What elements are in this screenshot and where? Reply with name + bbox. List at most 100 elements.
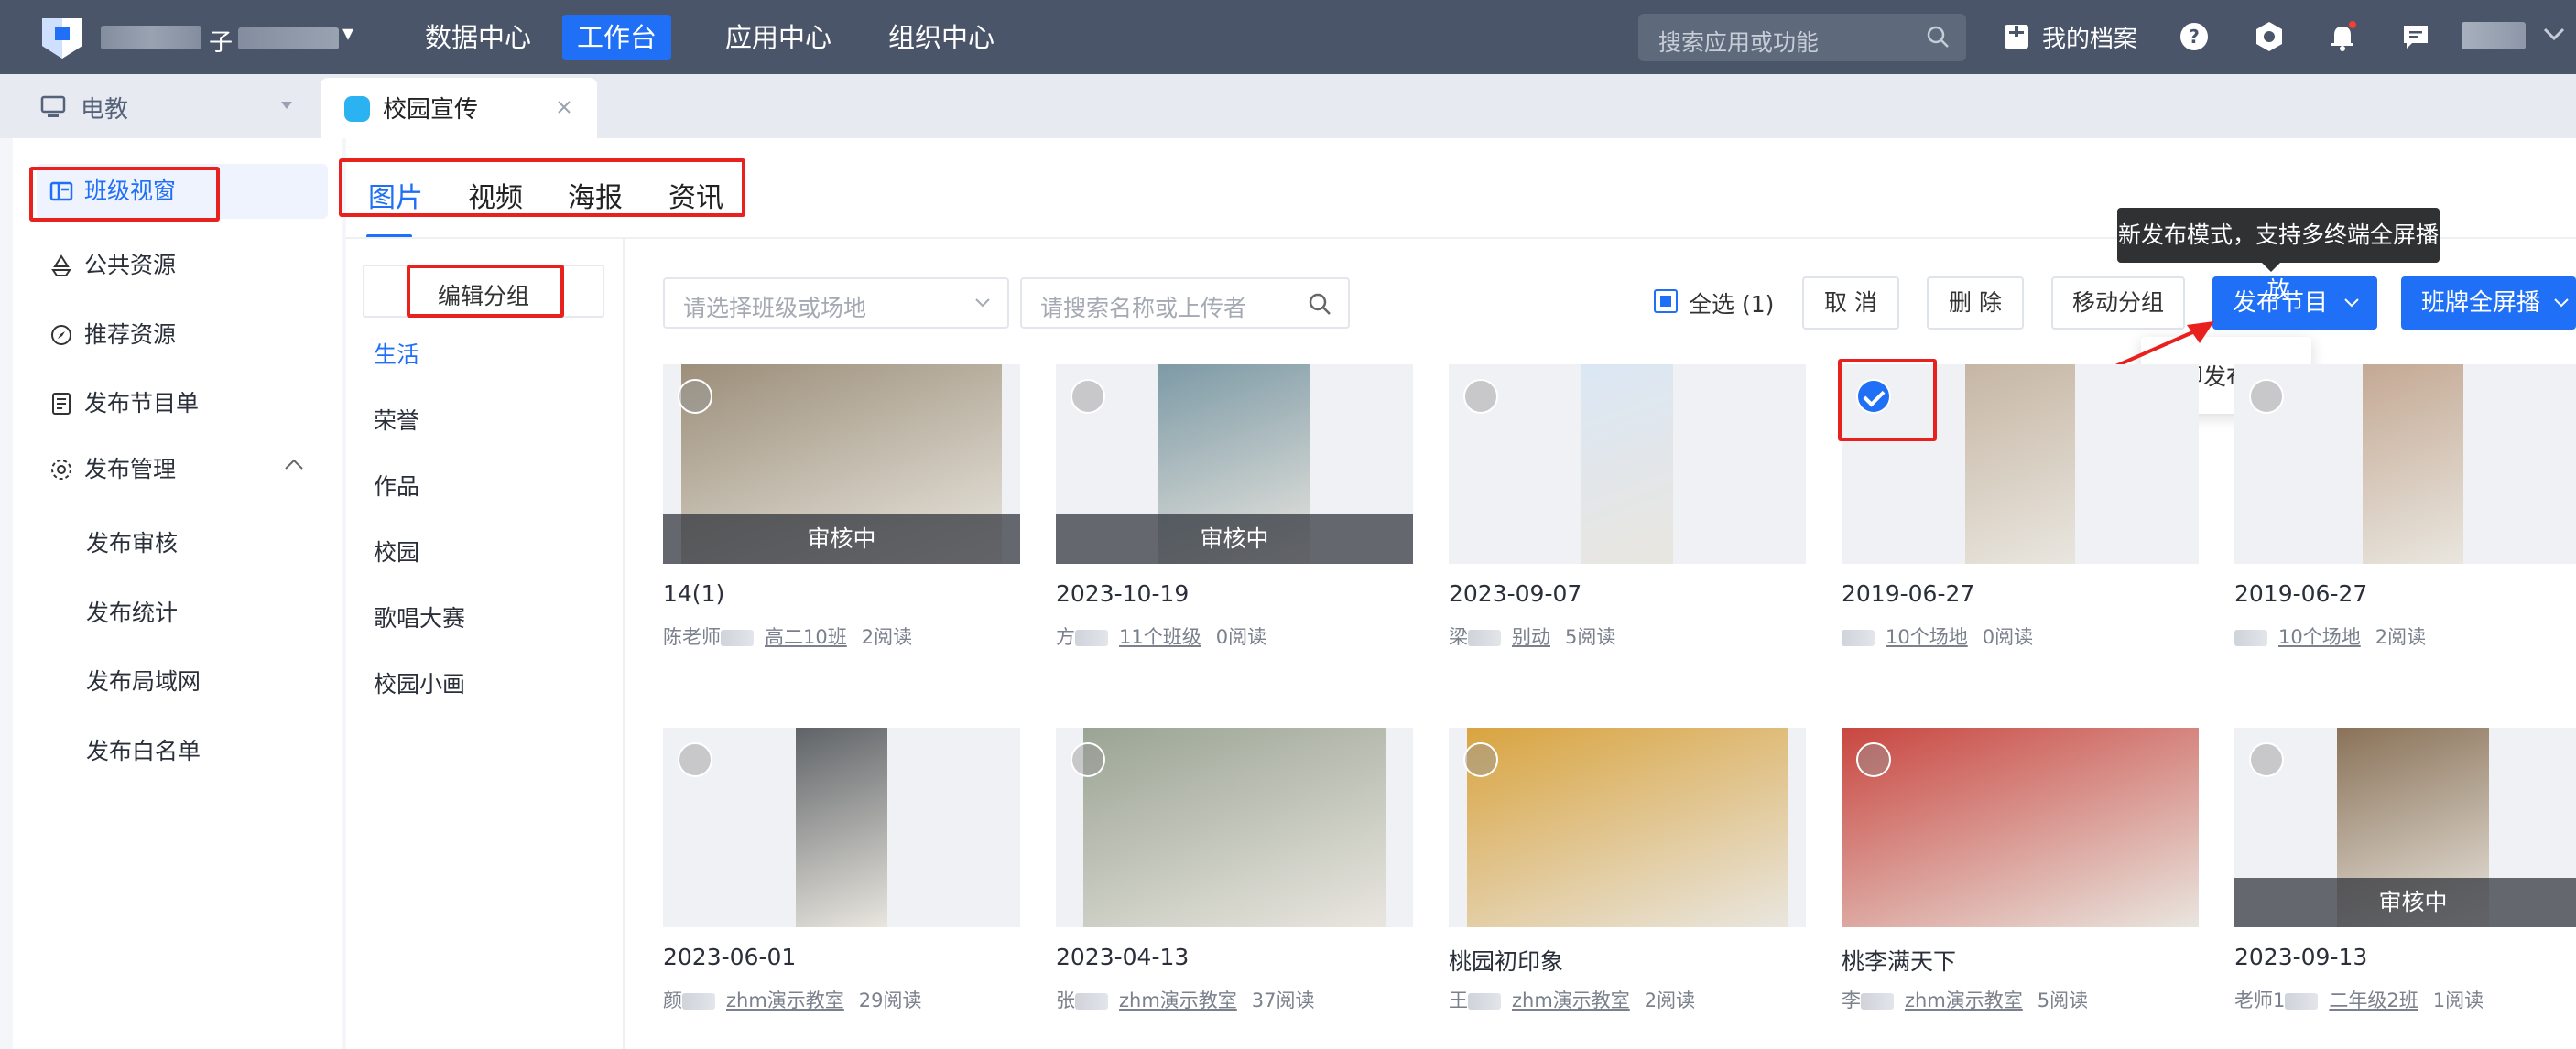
tab-posters[interactable]: 海报 [568, 175, 623, 215]
uploader-search-input[interactable]: 请搜索名称或上传者 [1020, 277, 1350, 329]
sidebar-sub-publish-lan[interactable]: 发布局域网 [86, 664, 201, 697]
sidebar-sub-publish-review[interactable]: 发布审核 [86, 525, 178, 558]
sidebar-item-public-resources[interactable]: 公共资源 [37, 238, 328, 293]
nav-org-center[interactable]: 组织中心 [874, 15, 1009, 60]
app-icon [344, 96, 370, 122]
archive-icon[interactable] [2002, 22, 2031, 51]
group-item-honor[interactable]: 荣誉 [374, 403, 419, 436]
image-thumbnail[interactable] [2363, 364, 2463, 564]
image-thumbnail[interactable] [1581, 364, 1673, 564]
caret-down-icon[interactable] [280, 100, 293, 111]
close-icon[interactable] [551, 94, 577, 120]
user-avatar[interactable] [2462, 22, 2526, 49]
image-card[interactable] [1842, 364, 2199, 564]
image-card[interactable] [663, 728, 1020, 927]
sidebar-sub-publish-whitelist[interactable]: 发布白名单 [86, 733, 201, 766]
publish-program-button[interactable]: 发布节目 [2212, 276, 2377, 330]
image-card[interactable] [2234, 364, 2576, 564]
global-search-input[interactable]: 搜索应用或功能 [1638, 14, 1966, 61]
select-checkbox[interactable] [2249, 379, 2284, 414]
nav-data-center[interactable]: 数据中心 [410, 15, 546, 60]
select-checkbox[interactable] [678, 742, 712, 777]
image-thumbnail[interactable] [1842, 728, 2199, 927]
my-archive-link[interactable]: 我的档案 [2042, 20, 2137, 54]
tab-diangjiao[interactable]: 电教 [0, 74, 317, 138]
scrollbar[interactable] [2562, 0, 2576, 1049]
image-thumbnail[interactable] [1083, 728, 1386, 927]
image-thumbnail[interactable] [1467, 728, 1788, 927]
message-icon[interactable] [2399, 20, 2432, 53]
card-meta: 陈老师 高二10班 2阅读 [663, 622, 912, 650]
monitor-icon [40, 95, 66, 117]
select-checkbox[interactable] [2249, 742, 2284, 777]
divider [623, 239, 625, 1049]
card-target-link[interactable]: 高二10班 [765, 626, 847, 648]
org-switcher[interactable]: 子 ▾ [101, 20, 357, 57]
card-author: 李 [1842, 990, 1861, 1011]
card-target-link[interactable]: 别动 [1512, 626, 1550, 648]
select-checkbox[interactable] [1071, 742, 1105, 777]
tab-videos[interactable]: 视频 [468, 175, 523, 215]
image-card[interactable] [1056, 728, 1413, 927]
image-card[interactable] [1449, 728, 1806, 927]
card-target-link[interactable]: zhm演示教室 [1905, 990, 2023, 1011]
image-thumbnail[interactable] [796, 728, 887, 927]
image-card[interactable]: 审核中 [663, 364, 1020, 564]
bell-icon[interactable] [2326, 20, 2359, 53]
select-all-checkbox[interactable] [1654, 289, 1678, 313]
select-checkbox[interactable] [1071, 379, 1105, 414]
image-card[interactable]: 审核中 [1056, 364, 1413, 564]
card-target-link[interactable]: 10个场地 [2278, 626, 2361, 648]
group-item-campus[interactable]: 校园 [374, 535, 419, 568]
card-author: 陈老师 [663, 626, 721, 648]
nav-app-center[interactable]: 应用中心 [711, 15, 846, 60]
card-author: 王 [1449, 990, 1468, 1011]
sidebar-item-publish-program[interactable]: 发布节目单 [37, 376, 328, 431]
select-checkbox[interactable] [1463, 379, 1498, 414]
author-name-blur [682, 993, 715, 1010]
card-meta: 10个场地 0阅读 [1842, 622, 2033, 650]
group-item-singing[interactable]: 歌唱大赛 [374, 600, 465, 633]
image-card[interactable] [1842, 728, 2199, 927]
group-item-life[interactable]: 生活 [374, 337, 419, 370]
select-checkbox[interactable] [1856, 742, 1891, 777]
card-meta: 梁 别动 5阅读 [1449, 622, 1615, 650]
tab-images[interactable]: 图片 [368, 175, 423, 215]
sidebar-item-class-window[interactable]: 班级视窗 [37, 164, 328, 219]
select-checkbox[interactable] [1463, 742, 1498, 777]
fullscreen-play-button[interactable]: 班牌全屏播 [2401, 276, 2576, 330]
image-card[interactable]: 审核中 [2234, 728, 2576, 927]
card-target-link[interactable]: zhm演示教室 [726, 990, 844, 1011]
author-name-blur [721, 630, 754, 646]
help-icon[interactable]: ? [2178, 20, 2211, 53]
main-content: 图片 视频 海报 资讯 编辑分组 生活 荣誉 作品 校园 歌唱大赛 校园小画 请… [339, 138, 2576, 1049]
card-reads: 0阅读 [1982, 626, 2034, 648]
select-checkbox[interactable] [678, 379, 712, 414]
search-icon[interactable] [1926, 25, 1950, 49]
sidebar-item-recommended[interactable]: 推荐资源 [37, 308, 328, 362]
class-venue-select[interactable]: 请选择班级或场地 [663, 277, 1009, 329]
tab-campus-promo[interactable]: 校园宣传 [321, 78, 597, 138]
nav-workbench[interactable]: 工作台 [562, 15, 672, 60]
image-card[interactable] [1449, 364, 1806, 564]
search-icon[interactable] [1308, 292, 1331, 316]
select-all-label[interactable]: 全选 (1) [1689, 287, 1774, 319]
sidebar-sub-publish-stats[interactable]: 发布统计 [86, 595, 178, 628]
image-thumbnail[interactable] [1965, 364, 2075, 564]
card-meta: 颜 zhm演示教室 29阅读 [663, 986, 922, 1013]
card-target-link[interactable]: zhm演示教室 [1512, 990, 1630, 1011]
card-target-link[interactable]: 11个班级 [1119, 626, 1201, 648]
select-checkbox[interactable] [1856, 379, 1891, 414]
settings-hex-icon[interactable] [2253, 20, 2286, 53]
card-target-link[interactable]: 二年级2班 [2329, 990, 2418, 1011]
group-item-drawings[interactable]: 校园小画 [374, 666, 465, 699]
cancel-button[interactable]: 取 消 [1802, 276, 1899, 330]
group-item-works[interactable]: 作品 [374, 469, 419, 502]
edit-group-button[interactable]: 编辑分组 [363, 265, 604, 318]
logo-icon[interactable] [38, 15, 86, 60]
card-target-link[interactable]: 10个场地 [1886, 626, 1968, 648]
card-target-link[interactable]: zhm演示教室 [1119, 990, 1237, 1011]
tab-news[interactable]: 资讯 [668, 175, 723, 215]
chevron-up-icon[interactable] [284, 458, 304, 470]
card-meta: 李 zhm演示教室 5阅读 [1842, 986, 2088, 1013]
